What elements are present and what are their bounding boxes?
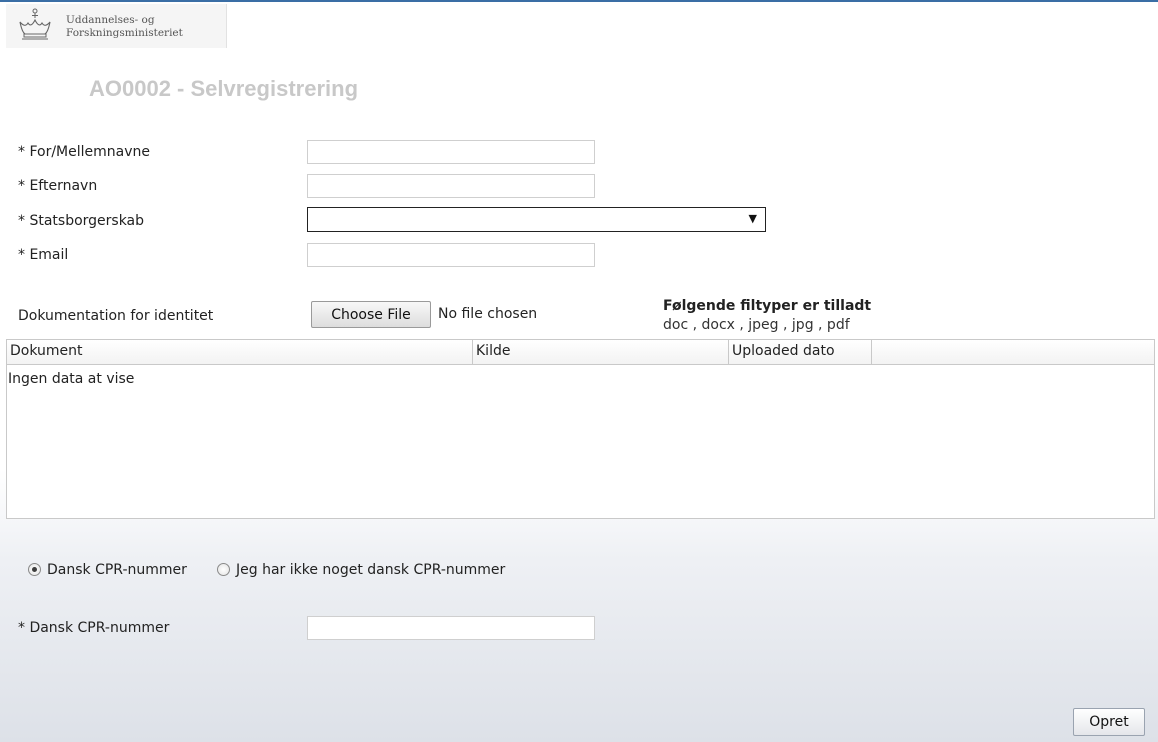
first-name-input[interactable] <box>307 140 595 164</box>
radio-danish-cpr-label[interactable]: Dansk CPR-nummer <box>47 562 187 578</box>
column-header-dokument[interactable]: Dokument <box>7 340 473 365</box>
crown-icon <box>19 8 51 40</box>
documents-table: Dokument Kilde Uploaded dato Ingen data … <box>6 339 1155 519</box>
first-name-label: * For/Mellemnavne <box>18 144 150 160</box>
documents-table-header: Dokument Kilde Uploaded dato <box>7 340 1154 365</box>
identity-documentation-label: Dokumentation for identitet <box>18 308 214 324</box>
allowed-filetypes-list: doc , docx , jpeg , jpg , pdf <box>663 317 850 333</box>
email-input[interactable] <box>307 243 595 267</box>
no-file-chosen-text: No file chosen <box>438 306 538 322</box>
ministry-name-line1: Uddannelses- og <box>66 14 155 26</box>
allowed-filetypes-title: Følgende filtyper er tilladt <box>663 298 872 314</box>
column-header-uploaded-dato[interactable]: Uploaded dato <box>729 340 872 365</box>
radio-no-cpr[interactable] <box>217 563 230 576</box>
page-title: AO0002 - Selvregistrering <box>89 76 359 101</box>
dropdown-arrow-icon: ▼ <box>748 212 757 225</box>
opret-button[interactable]: Opret <box>1073 708 1145 736</box>
choose-file-button[interactable]: Choose File <box>311 301 431 328</box>
header-bar: Uddannelses- og Forskningsministeriet <box>0 0 1158 50</box>
table-empty-message: Ingen data at vise <box>8 371 135 387</box>
cpr-number-input[interactable] <box>307 616 595 640</box>
citizenship-label: * Statsborgerskab <box>18 213 145 229</box>
ministry-name: Uddannelses- og Forskningsministeriet <box>66 14 183 40</box>
last-name-label: * Efternavn <box>18 178 98 194</box>
radio-danish-cpr[interactable] <box>28 563 41 576</box>
column-header-kilde[interactable]: Kilde <box>473 340 729 365</box>
email-label: * Email <box>18 247 69 263</box>
ministry-logo: Uddannelses- og Forskningsministeriet <box>6 4 227 48</box>
ministry-name-line2: Forskningsministeriet <box>66 27 183 39</box>
cpr-number-label: * Dansk CPR-nummer <box>18 620 170 636</box>
citizenship-select[interactable]: ▼ <box>307 207 766 232</box>
last-name-input[interactable] <box>307 174 595 198</box>
radio-no-cpr-label[interactable]: Jeg har ikke noget dansk CPR-nummer <box>236 562 505 578</box>
